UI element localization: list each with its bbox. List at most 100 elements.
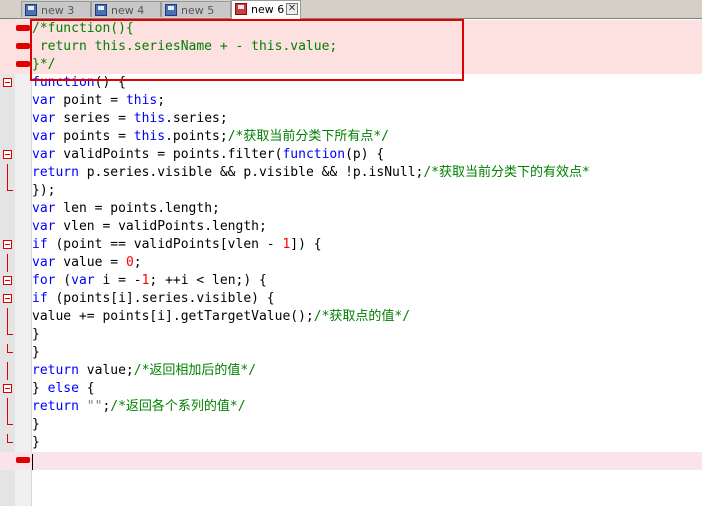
code-line[interactable]: for (var i = -1; ++i < len;) { (0, 272, 702, 290)
code-token: i = - (94, 273, 142, 288)
code-line[interactable]: var points = this.points;/*获取当前分类下所有点*/ (0, 128, 702, 146)
tab-new-5[interactable]: new 5 (161, 1, 231, 17)
tab-label: new 5 (181, 4, 215, 17)
code-text: var points = this.points;/*获取当前分类下所有点*/ (32, 129, 389, 145)
code-token: } (32, 327, 40, 342)
fold-toggle-icon[interactable] (3, 276, 12, 285)
bookmark-marker-icon[interactable] (16, 25, 30, 31)
code-token: } (32, 381, 48, 396)
fold-guide (7, 362, 8, 380)
code-text: } (32, 327, 40, 343)
code-line[interactable]: var len = points.length; (0, 200, 702, 218)
code-token: point = (55, 93, 126, 108)
bookmark-marker-icon[interactable] (16, 61, 30, 67)
fold-guide (7, 326, 13, 335)
code-text: } (32, 435, 40, 451)
code-token: "" (86, 399, 103, 414)
code-token: return (32, 363, 79, 378)
code-line[interactable]: if (point == validPoints[vlen - 1]) { (0, 236, 702, 254)
code-line[interactable]: value += points[i].getTargetValue();/*获取… (0, 308, 702, 326)
code-token: var (71, 273, 95, 288)
code-token: var (32, 129, 56, 144)
code-token: }); (32, 183, 56, 198)
fold-toggle-icon[interactable] (3, 294, 12, 303)
code-token: var (32, 201, 56, 216)
code-token: validPoints = points.filter( (55, 147, 283, 162)
code-token: series = (55, 111, 134, 126)
fold-guide (7, 434, 13, 443)
code-text: var vlen = validPoints.length; (32, 219, 267, 235)
code-token: (p) { (345, 147, 385, 162)
code-text: }); (32, 183, 55, 199)
code-line[interactable]: } (0, 326, 702, 344)
code-text: return "";/*返回各个系列的值*/ (32, 399, 246, 415)
code-token: } (32, 345, 40, 360)
code-token: /*获取点的值*/ (313, 309, 411, 324)
code-token: points = (55, 129, 134, 144)
bookmark-marker-icon[interactable] (16, 43, 30, 49)
code-token: .series; (165, 111, 228, 126)
code-token: (points[i].series.visible) { (47, 291, 275, 306)
code-token: ; (133, 255, 142, 270)
fold-toggle-icon[interactable] (3, 78, 12, 87)
fold-guide (7, 182, 13, 191)
close-tab-icon[interactable]: ✕ (286, 3, 298, 15)
code-token: .points; (165, 129, 228, 144)
code-line[interactable]: } (0, 416, 702, 434)
code-token: vlen = validPoints.length; (55, 219, 267, 234)
bookmark-marker-icon[interactable] (16, 457, 30, 463)
fold-guide (7, 398, 8, 416)
code-line[interactable]: return "";/*返回各个系列的值*/ (0, 398, 702, 416)
code-text: if (point == validPoints[vlen - 1]) { (32, 237, 322, 253)
code-token: ; ++i < len;) { (149, 273, 267, 288)
code-token: for (32, 273, 56, 288)
code-line[interactable] (0, 452, 702, 470)
code-line[interactable]: var value = 0; (0, 254, 702, 272)
text-caret (32, 454, 33, 470)
code-token: var (32, 111, 56, 126)
code-text: if (points[i].series.visible) { (32, 291, 275, 307)
code-line[interactable]: } (0, 344, 702, 362)
tab-new-6[interactable]: new 6 ✕ (231, 0, 301, 19)
code-line[interactable]: return p.series.visible && p.visible && … (0, 164, 702, 182)
tab-new-3[interactable]: new 3 (21, 1, 91, 17)
code-token: { (78, 381, 95, 396)
tab-new-4[interactable]: new 4 (91, 1, 161, 17)
fold-toggle-icon[interactable] (3, 240, 12, 249)
code-text: return p.series.visible && p.visible && … (32, 165, 590, 181)
code-token: var (32, 93, 56, 108)
code-line[interactable]: var vlen = validPoints.length; (0, 218, 702, 236)
code-text: } else { (32, 381, 95, 397)
code-token: else (47, 381, 79, 396)
code-token: p.series.visible && p.visible && !p.isNu… (78, 165, 424, 180)
code-token: this (133, 129, 166, 144)
code-text: var len = points.length; (32, 201, 220, 217)
saved-file-icon (165, 4, 177, 16)
code-line[interactable]: var validPoints = points.filter(function… (0, 146, 702, 164)
code-text: return value;/*返回相加后的值*/ (32, 363, 256, 379)
code-line[interactable]: }); (0, 182, 702, 200)
fold-toggle-icon[interactable] (3, 384, 12, 393)
code-line[interactable]: return value;/*返回相加后的值*/ (0, 362, 702, 380)
tab-bar: new 3 new 4 new 5 new 6 ✕ (0, 0, 702, 19)
code-line[interactable]: var point = this; (0, 92, 702, 110)
code-token: /*返回各个系列的值*/ (110, 399, 246, 414)
code-token: ( (55, 273, 72, 288)
code-line[interactable]: } else { (0, 380, 702, 398)
code-token: this (133, 111, 166, 126)
code-text: } (32, 417, 40, 433)
unsaved-file-icon (235, 3, 247, 15)
code-token: return (32, 165, 79, 180)
fold-guide (7, 344, 13, 353)
code-text: var point = this; (32, 93, 165, 109)
code-line[interactable]: } (0, 434, 702, 452)
code-line[interactable]: if (points[i].series.visible) { (0, 290, 702, 308)
tab-label: new 3 (41, 4, 75, 17)
fold-guide (7, 416, 13, 425)
fold-toggle-icon[interactable] (3, 150, 12, 159)
code-token: this (125, 93, 158, 108)
code-line[interactable]: var series = this.series; (0, 110, 702, 128)
code-token: return (32, 399, 79, 414)
code-token: value; (78, 363, 134, 378)
